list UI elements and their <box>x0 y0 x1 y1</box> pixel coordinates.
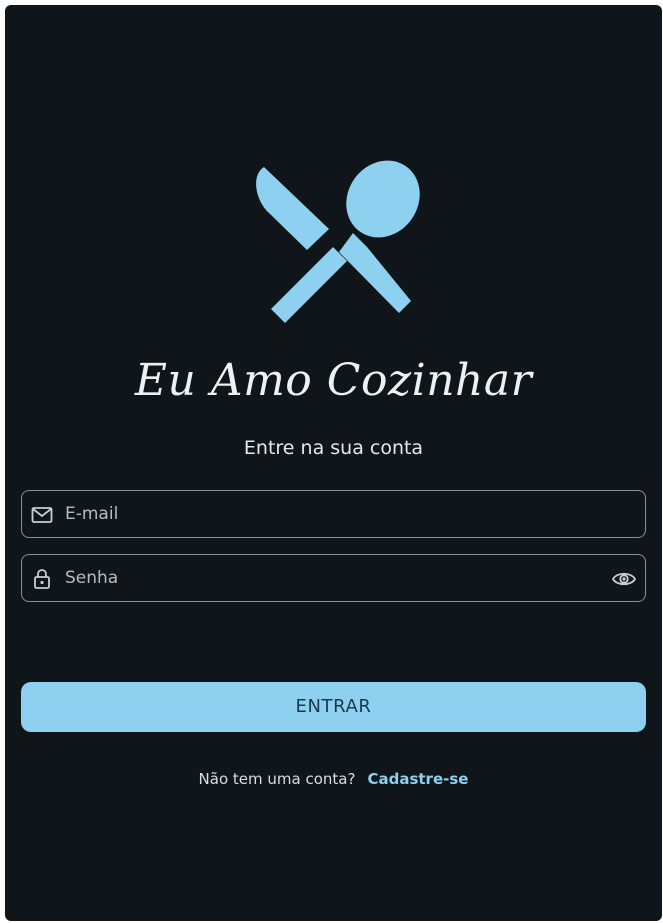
password-placeholder: Senha <box>65 568 119 588</box>
mail-icon <box>31 507 53 523</box>
page-subtitle: Entre na sua conta <box>243 437 424 459</box>
app-title: Eu Amo Cozinhar <box>134 355 533 406</box>
password-field[interactable]: Senha <box>21 554 646 602</box>
eye-icon[interactable] <box>611 566 637 592</box>
email-field[interactable]: E-mail <box>21 490 646 538</box>
signup-link[interactable]: Cadastre-se <box>367 770 468 788</box>
login-card: Eu Amo Cozinhar Entre na sua conta E-mai… <box>5 5 662 921</box>
signup-question: Não tem uma conta? <box>198 770 356 788</box>
signup-row: Não tem uma conta? Cadastre-se <box>5 770 662 788</box>
utensils-logo-icon <box>256 160 420 323</box>
lock-icon <box>34 569 50 589</box>
login-button[interactable]: ENTRAR <box>21 682 646 732</box>
email-placeholder: E-mail <box>65 504 119 524</box>
